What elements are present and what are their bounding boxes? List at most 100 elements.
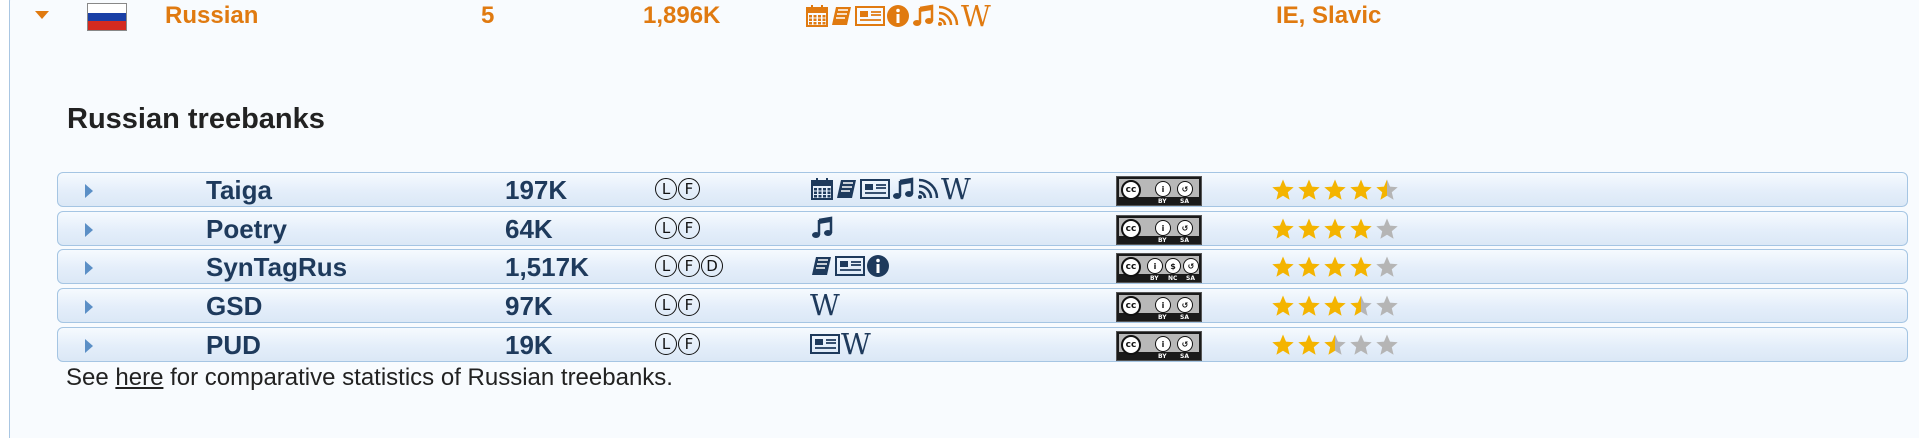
footer-suffix: for comparative statistics of Russian tr… bbox=[163, 364, 673, 391]
star-icon bbox=[1272, 218, 1294, 239]
license-nc-label: NC bbox=[1168, 275, 1178, 282]
treebank-name: SynTagRus bbox=[206, 252, 348, 282]
book-icon bbox=[810, 253, 834, 279]
license-sa-icon: ↺ bbox=[1177, 220, 1193, 236]
language-name[interactable]: Russian bbox=[165, 2, 258, 30]
treebank-count: 5 bbox=[481, 2, 495, 29]
comparative-stats-link[interactable]: here bbox=[115, 364, 163, 391]
expand-toggle-icon[interactable] bbox=[85, 223, 93, 237]
collapse-toggle-icon[interactable] bbox=[35, 11, 49, 19]
license-badge[interactable]: cc i BY $ NC ↺ SA bbox=[1116, 253, 1202, 283]
license-by-label: BY bbox=[1158, 353, 1167, 360]
rating-stars bbox=[1271, 255, 1399, 279]
star-icon bbox=[1350, 256, 1372, 277]
license-by-icon: i bbox=[1155, 336, 1171, 352]
license-badge[interactable]: cc i BY ↺ SA bbox=[1116, 215, 1202, 245]
license-sa-label: SA bbox=[1186, 275, 1195, 282]
treebank-row-poetry[interactable]: Poetry 64K L Fcc i BY ↺ SA bbox=[57, 211, 1908, 246]
treebank-size: 97K bbox=[505, 291, 553, 321]
expand-toggle-icon[interactable] bbox=[85, 339, 93, 353]
star-icon bbox=[1298, 256, 1320, 277]
star-icon bbox=[1324, 179, 1346, 200]
newspaper-icon bbox=[835, 253, 865, 279]
genre-icons bbox=[810, 215, 834, 241]
language-row[interactable]: Russian 5 1,896K W IE, Slavic bbox=[10, 0, 1919, 33]
calendar-icon bbox=[805, 3, 829, 29]
language-family: IE, Slavic bbox=[1276, 2, 1382, 29]
star-icon bbox=[1298, 334, 1320, 355]
license-by-label: BY bbox=[1158, 198, 1167, 205]
rating-stars bbox=[1271, 333, 1399, 357]
genre-icons bbox=[810, 253, 890, 279]
wikipedia-icon: W bbox=[841, 327, 871, 361]
book-icon bbox=[835, 176, 859, 202]
expand-toggle-icon[interactable] bbox=[85, 300, 93, 314]
russia-flag-icon bbox=[87, 3, 127, 31]
speech-icon bbox=[936, 3, 960, 29]
license-badge[interactable]: cc i BY ↺ SA bbox=[1116, 331, 1202, 361]
rating-stars bbox=[1271, 178, 1399, 202]
license-sa-icon: ↺ bbox=[1177, 297, 1193, 313]
annotation-f-icon: F bbox=[678, 255, 700, 277]
wikipedia-icon: W bbox=[961, 0, 991, 33]
license-by-icon: i bbox=[1147, 258, 1163, 274]
star-icon bbox=[1272, 295, 1294, 316]
info-icon bbox=[866, 253, 890, 279]
calendar-icon bbox=[810, 176, 834, 202]
language-genres: W bbox=[805, 0, 991, 33]
annotation-f-icon: F bbox=[678, 294, 700, 316]
wikipedia-icon: W bbox=[941, 172, 971, 206]
info-icon bbox=[886, 3, 910, 29]
license-badge[interactable]: cc i BY ↺ SA bbox=[1116, 176, 1202, 206]
annotation-badges: LF bbox=[655, 294, 700, 316]
star-icon bbox=[1350, 218, 1372, 239]
annotation-f-icon: F bbox=[678, 333, 700, 355]
section-title: Russian treebanks bbox=[67, 103, 325, 135]
annotation-f-icon: F bbox=[678, 217, 700, 239]
star-icon bbox=[1376, 295, 1398, 316]
annotation-d-icon: D bbox=[701, 255, 723, 277]
star-icon bbox=[1324, 334, 1346, 355]
treebank-name: GSD bbox=[206, 291, 263, 321]
star-icon bbox=[1324, 218, 1346, 239]
genre-icons: W bbox=[810, 288, 840, 322]
star-icon bbox=[1376, 256, 1398, 277]
treebank-row-syntagrus[interactable]: SynTagRus 1,517K L F D cc i BY $ NC ↺ SA bbox=[57, 249, 1908, 284]
star-icon bbox=[1324, 295, 1346, 316]
rating-stars bbox=[1271, 217, 1399, 241]
wikipedia-icon: W bbox=[810, 288, 840, 322]
annotation-badges: LF bbox=[655, 178, 700, 200]
cc-icon: cc bbox=[1121, 219, 1141, 239]
license-nc-icon: $ bbox=[1165, 258, 1181, 274]
rating-stars bbox=[1271, 294, 1399, 318]
newspaper-icon bbox=[855, 3, 885, 29]
treebank-size: 19K bbox=[505, 330, 553, 360]
footer-prefix: See bbox=[66, 364, 116, 391]
music-icon bbox=[810, 215, 834, 241]
star-icon bbox=[1350, 179, 1372, 200]
license-by-icon: i bbox=[1155, 297, 1171, 313]
footer-note: See here for comparative statistics of R… bbox=[66, 364, 673, 392]
speech-icon bbox=[916, 176, 940, 202]
annotation-l-icon: L bbox=[655, 178, 677, 200]
annotation-badges: LFD bbox=[655, 255, 723, 277]
expand-toggle-icon[interactable] bbox=[85, 261, 93, 275]
license-badge[interactable]: cc i BY ↺ SA bbox=[1116, 292, 1202, 322]
treebank-row-gsd[interactable]: GSD 97K L F Wcc i BY ↺ SA bbox=[57, 288, 1908, 323]
license-by-label: BY bbox=[1158, 314, 1167, 321]
treebank-row-pud[interactable]: PUD 19K L F Wcc i BY ↺ SA bbox=[57, 327, 1908, 362]
treebank-size: 1,517K bbox=[505, 252, 589, 282]
cc-icon: cc bbox=[1121, 257, 1141, 277]
annotation-badges: LF bbox=[655, 217, 700, 239]
genre-icons: W bbox=[810, 172, 971, 206]
genre-icons: W bbox=[810, 327, 871, 361]
star-icon bbox=[1376, 334, 1398, 355]
annotation-f-icon: F bbox=[678, 178, 700, 200]
star-icon bbox=[1272, 334, 1294, 355]
newspaper-icon bbox=[860, 176, 890, 202]
treebank-row-taiga[interactable]: Taiga 197K L F Wcc i BY ↺ SA bbox=[57, 172, 1908, 207]
license-sa-label: SA bbox=[1180, 198, 1189, 205]
license-sa-icon: ↺ bbox=[1177, 336, 1193, 352]
annotation-badges: LF bbox=[655, 333, 700, 355]
expand-toggle-icon[interactable] bbox=[85, 184, 93, 198]
